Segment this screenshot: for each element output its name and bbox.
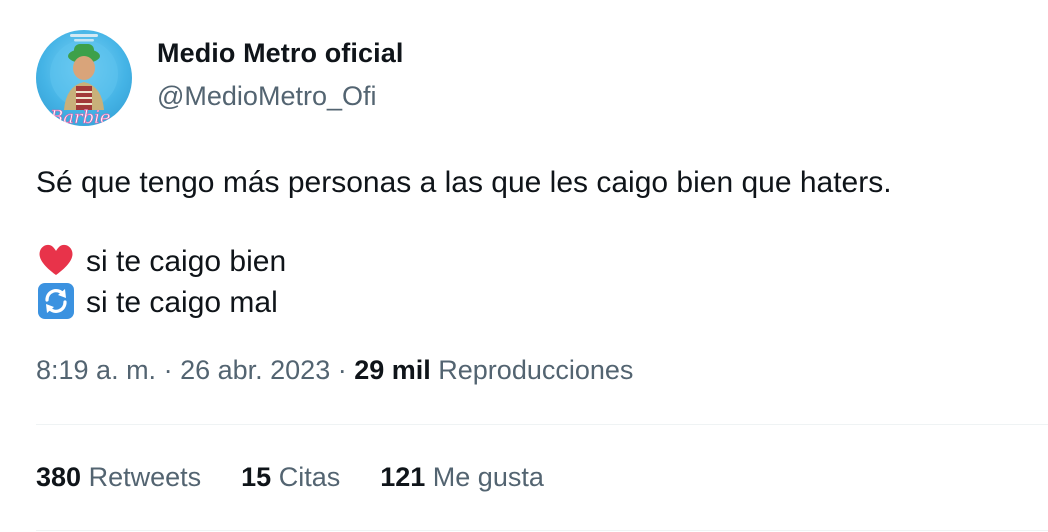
- tweet-text-line-2-label: si te caigo bien: [86, 245, 287, 278]
- tweet-time[interactable]: 8:19 a. m.: [36, 355, 156, 385]
- tweet-text-line-1: Sé que tengo más personas a las que les …: [36, 166, 892, 199]
- tweet-text-line-3: si te caigo mal: [36, 283, 278, 324]
- retweets-stat[interactable]: 380 Retweets: [36, 462, 201, 493]
- tweet-text-line-3-label: si te caigo mal: [86, 286, 278, 319]
- meta-separator: ·: [330, 355, 355, 385]
- tweet-text-line-2: si te caigo bien: [36, 242, 286, 283]
- tweet-date[interactable]: 26 abr. 2023: [180, 355, 330, 385]
- quotes-label: Citas: [278, 462, 341, 492]
- likes-stat[interactable]: 121 Me gusta: [380, 462, 544, 493]
- divider: [36, 530, 1048, 531]
- tweet-card: Barbie Medio Metro oficial @MedioMetro_O…: [0, 0, 1048, 532]
- divider: [36, 424, 1048, 425]
- tweet-meta: 8:19 a. m. · 26 abr. 2023 · 29 mil Repro…: [36, 355, 633, 386]
- display-name[interactable]: Medio Metro oficial: [157, 38, 403, 69]
- avatar-image: Barbie: [49, 34, 118, 126]
- views-label: Reproducciones: [438, 355, 634, 385]
- likes-count: 121: [380, 462, 426, 492]
- avatar[interactable]: Barbie: [36, 30, 132, 126]
- quotes-stat[interactable]: 15 Citas: [241, 462, 340, 493]
- meta-separator: ·: [156, 355, 181, 385]
- likes-label: Me gusta: [432, 462, 544, 492]
- heart-icon: [36, 240, 76, 280]
- retweets-label: Retweets: [88, 462, 202, 492]
- retweets-count: 380: [36, 462, 82, 492]
- views-count: 29 mil: [354, 355, 431, 385]
- quotes-count: 15: [241, 462, 272, 492]
- user-handle[interactable]: @MedioMetro_Ofi: [157, 81, 376, 112]
- repeat-icon: [36, 281, 76, 321]
- avatar-logo-text: Barbie: [49, 107, 111, 126]
- engagement-stats: 380 Retweets 15 Citas 121 Me gusta: [36, 462, 544, 493]
